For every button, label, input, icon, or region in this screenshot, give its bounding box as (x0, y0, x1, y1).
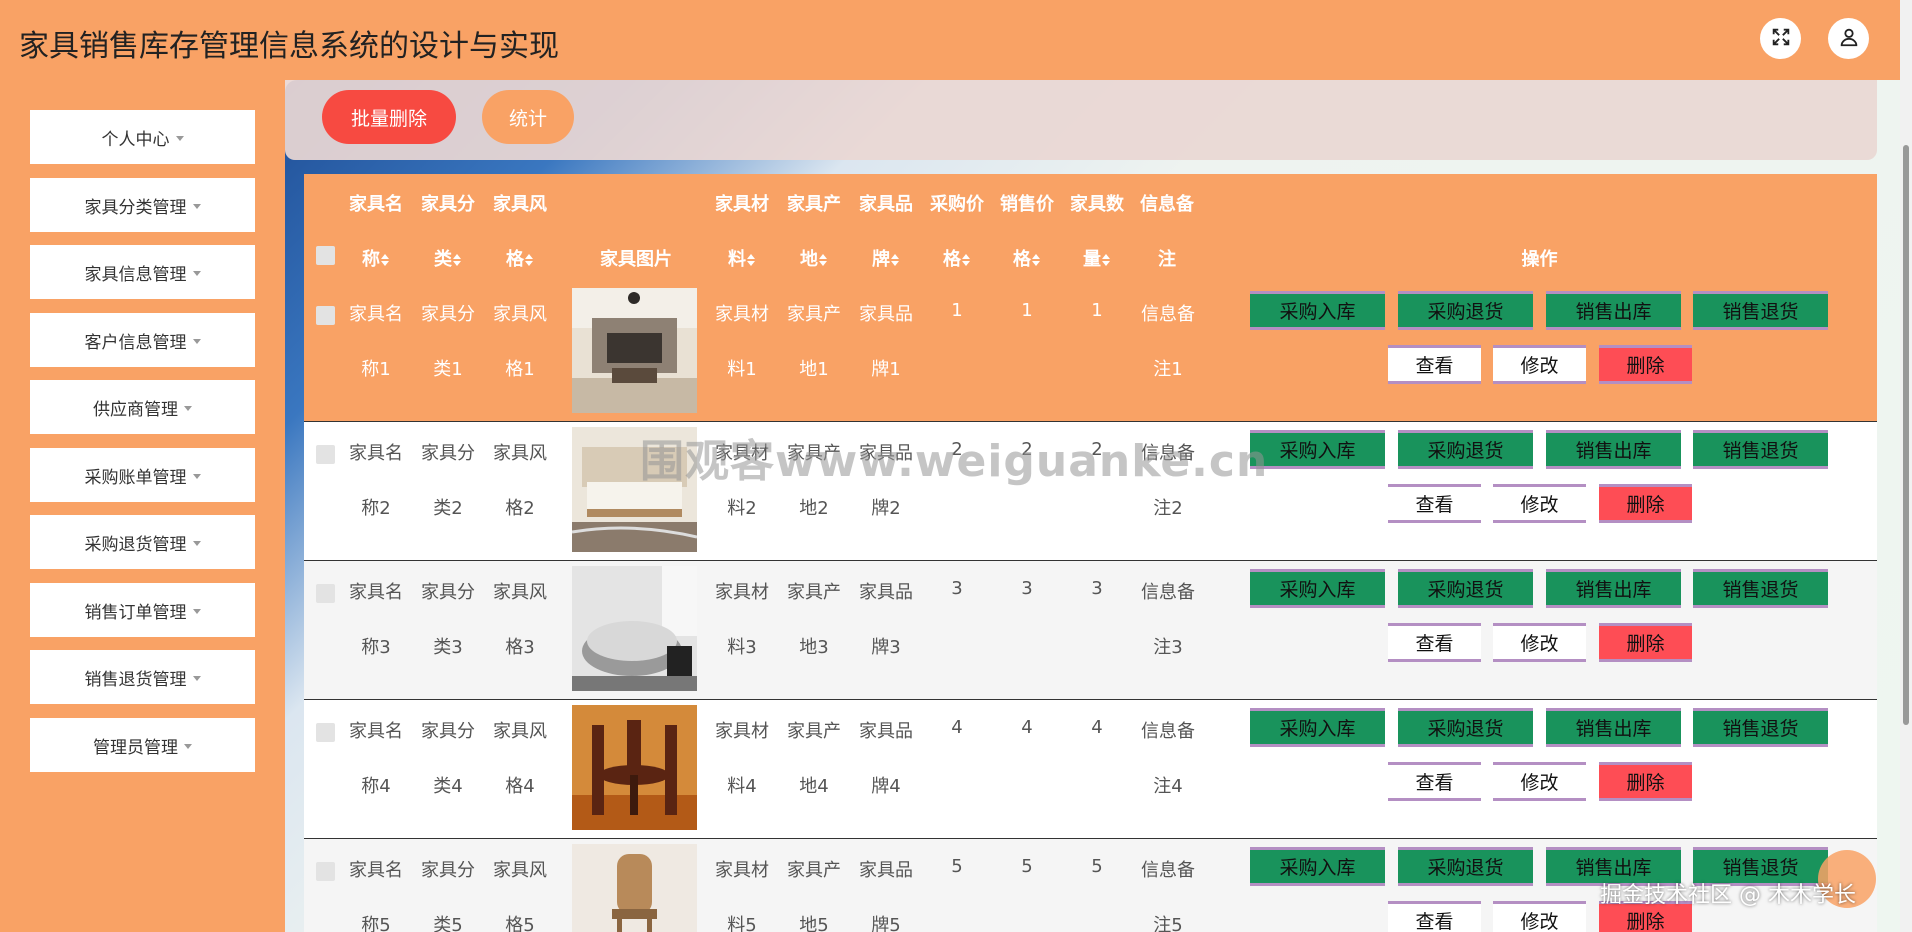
purchase-return-button[interactable]: 采购退货 (1398, 569, 1533, 608)
sale-out-button[interactable]: 销售出库 (1546, 708, 1681, 747)
user-button[interactable] (1828, 18, 1869, 59)
row-checkbox[interactable] (316, 723, 335, 742)
chevron-down-icon (192, 473, 201, 479)
sidebar-item-label: 采购退货管理 (84, 534, 187, 555)
table-row[interactable]: 家具名 称1 家具分 类1 家具风 格1 家具材 料1 家具产 地1 家具品 牌1 信息备 注1 1 1 1 采购… (304, 283, 1877, 422)
scrollbar-thumb[interactable] (1903, 145, 1909, 725)
sale-return-button[interactable]: 销售退货 (1693, 708, 1828, 747)
row-checkbox[interactable] (316, 584, 335, 603)
sort-icon[interactable] (962, 254, 971, 266)
app-title: 家具销售库存管理信息系统的设计与实现 (19, 29, 559, 64)
sale-return-button[interactable]: 销售退货 (1693, 430, 1828, 469)
purchase-in-button[interactable]: 采购入库 (1250, 708, 1385, 747)
purchase-in-button[interactable]: 采购入库 (1250, 569, 1385, 608)
row-checkbox[interactable] (316, 862, 335, 881)
chevron-down-icon (184, 743, 192, 749)
sidebar-item-label: 销售退货管理 (84, 669, 187, 690)
purchase-in-button[interactable]: 采购入库 (1250, 430, 1385, 469)
purchase-return-button[interactable]: 采购退货 (1398, 708, 1533, 747)
batch-delete-button[interactable]: 批量删除 (322, 90, 456, 144)
furniture-image[interactable] (572, 288, 697, 413)
delete-button[interactable]: 删除 (1599, 484, 1692, 523)
chevron-down-icon (192, 203, 201, 209)
furniture-image[interactable] (572, 566, 697, 691)
sale-out-button[interactable]: 销售出库 (1546, 430, 1681, 469)
sidebar-item-sales-order[interactable]: 销售订单管理 (30, 583, 255, 637)
view-button[interactable]: 查看 (1388, 762, 1481, 801)
chevron-down-icon (184, 405, 192, 411)
sort-icon[interactable] (747, 254, 756, 266)
fullscreen-icon (1770, 26, 1792, 52)
purchase-return-button[interactable]: 采购退货 (1398, 430, 1533, 469)
app-header: 家具销售库存管理信息系统的设计与实现 (0, 0, 1900, 80)
sidebar-item-label: 采购账单管理 (84, 467, 187, 488)
row-checkbox[interactable] (316, 445, 335, 464)
sidebar-item-label: 管理员管理 (93, 737, 178, 758)
chevron-down-icon (192, 270, 201, 276)
chevron-down-icon (192, 540, 201, 546)
sidebar-item-purchase-bill[interactable]: 采购账单管理 (30, 448, 255, 502)
table-row[interactable]: 家具名 称4 家具分 类4 家具风 格4 家具材 料4 家具产 地4 家具品 牌4 信息备 注4 4 4 4 采购… (304, 700, 1877, 839)
sale-return-button[interactable]: 销售退货 (1693, 291, 1828, 330)
edit-button[interactable]: 修改 (1493, 345, 1586, 384)
furniture-image[interactable] (572, 844, 697, 932)
sidebar-item-label: 家具信息管理 (84, 264, 187, 285)
sort-icon[interactable] (525, 254, 534, 266)
furniture-image[interactable] (572, 705, 697, 830)
delete-button[interactable]: 删除 (1599, 623, 1692, 662)
chevron-down-icon (192, 675, 201, 681)
sidebar: 个人中心 家具分类管理 家具信息管理 客户信息管理 供应商管理 采购账单管理 采… (0, 80, 285, 932)
sort-icon[interactable] (819, 254, 828, 266)
edit-button[interactable]: 修改 (1493, 484, 1586, 523)
sale-out-button[interactable]: 销售出库 (1546, 291, 1681, 330)
user-icon (1838, 26, 1860, 52)
sidebar-item-furniture-info[interactable]: 家具信息管理 (30, 245, 255, 299)
purchase-return-button[interactable]: 采购退货 (1398, 291, 1533, 330)
sidebar-item-personal-center[interactable]: 个人中心 (30, 110, 255, 164)
furniture-table: 家具名称 家具分类 家具风格 家具图片 家具材料 家具产地 家具品牌 采购价格 … (304, 174, 1877, 932)
purchase-in-button[interactable]: 采购入库 (1250, 847, 1385, 886)
table-row[interactable]: 家具名 称3 家具分 类3 家具风 格3 家具材 料3 家具产 地3 家具品 牌3 信息备 注3 3 3 3 采购… (304, 561, 1877, 700)
sidebar-item-label: 家具分类管理 (84, 197, 187, 218)
sidebar-item-label: 客户信息管理 (84, 332, 187, 353)
sidebar-item-purchase-return[interactable]: 采购退货管理 (30, 515, 255, 569)
footer-watermark: 掘金技术社区 @ 木木学长 (1600, 883, 1856, 908)
sidebar-item-label: 销售订单管理 (84, 602, 187, 623)
sidebar-item-furniture-category[interactable]: 家具分类管理 (30, 178, 255, 232)
view-button[interactable]: 查看 (1388, 623, 1481, 662)
purchase-in-button[interactable]: 采购入库 (1250, 291, 1385, 330)
delete-button[interactable]: 删除 (1599, 345, 1692, 384)
row-checkbox[interactable] (316, 306, 335, 325)
sidebar-item-sales-return[interactable]: 销售退货管理 (30, 650, 255, 704)
sidebar-item-supplier[interactable]: 供应商管理 (30, 380, 255, 434)
sidebar-item-admin[interactable]: 管理员管理 (30, 718, 255, 772)
chevron-down-icon (192, 338, 201, 344)
sidebar-item-label: 供应商管理 (93, 399, 178, 420)
chevron-down-icon (192, 608, 201, 614)
sort-icon[interactable] (1032, 254, 1041, 266)
view-button[interactable]: 查看 (1388, 345, 1481, 384)
sort-icon[interactable] (891, 254, 900, 266)
sale-out-button[interactable]: 销售出库 (1546, 569, 1681, 608)
view-button[interactable]: 查看 (1388, 484, 1481, 523)
view-button[interactable]: 查看 (1388, 901, 1481, 932)
stats-button[interactable]: 统计 (482, 90, 574, 144)
sort-icon[interactable] (1102, 254, 1111, 266)
fullscreen-button[interactable] (1760, 18, 1801, 59)
purchase-return-button[interactable]: 采购退货 (1398, 847, 1533, 886)
sort-icon[interactable] (453, 254, 462, 266)
edit-button[interactable]: 修改 (1493, 901, 1586, 932)
delete-button[interactable]: 删除 (1599, 762, 1692, 801)
sidebar-item-label: 个人中心 (101, 129, 170, 150)
sale-return-button[interactable]: 销售退货 (1693, 569, 1828, 608)
chevron-down-icon (175, 135, 184, 141)
watermark-text: 围观客www.weiguanke.cn (640, 436, 1269, 487)
edit-button[interactable]: 修改 (1493, 762, 1586, 801)
edit-button[interactable]: 修改 (1493, 623, 1586, 662)
vertical-scrollbar[interactable] (1900, 0, 1912, 932)
table-header: 家具名称 家具分类 家具风格 家具图片 家具材料 家具产地 家具品牌 采购价格 … (304, 174, 1877, 283)
select-all-checkbox[interactable] (316, 246, 335, 265)
sort-icon[interactable] (381, 254, 390, 266)
sidebar-item-customer-info[interactable]: 客户信息管理 (30, 313, 255, 367)
